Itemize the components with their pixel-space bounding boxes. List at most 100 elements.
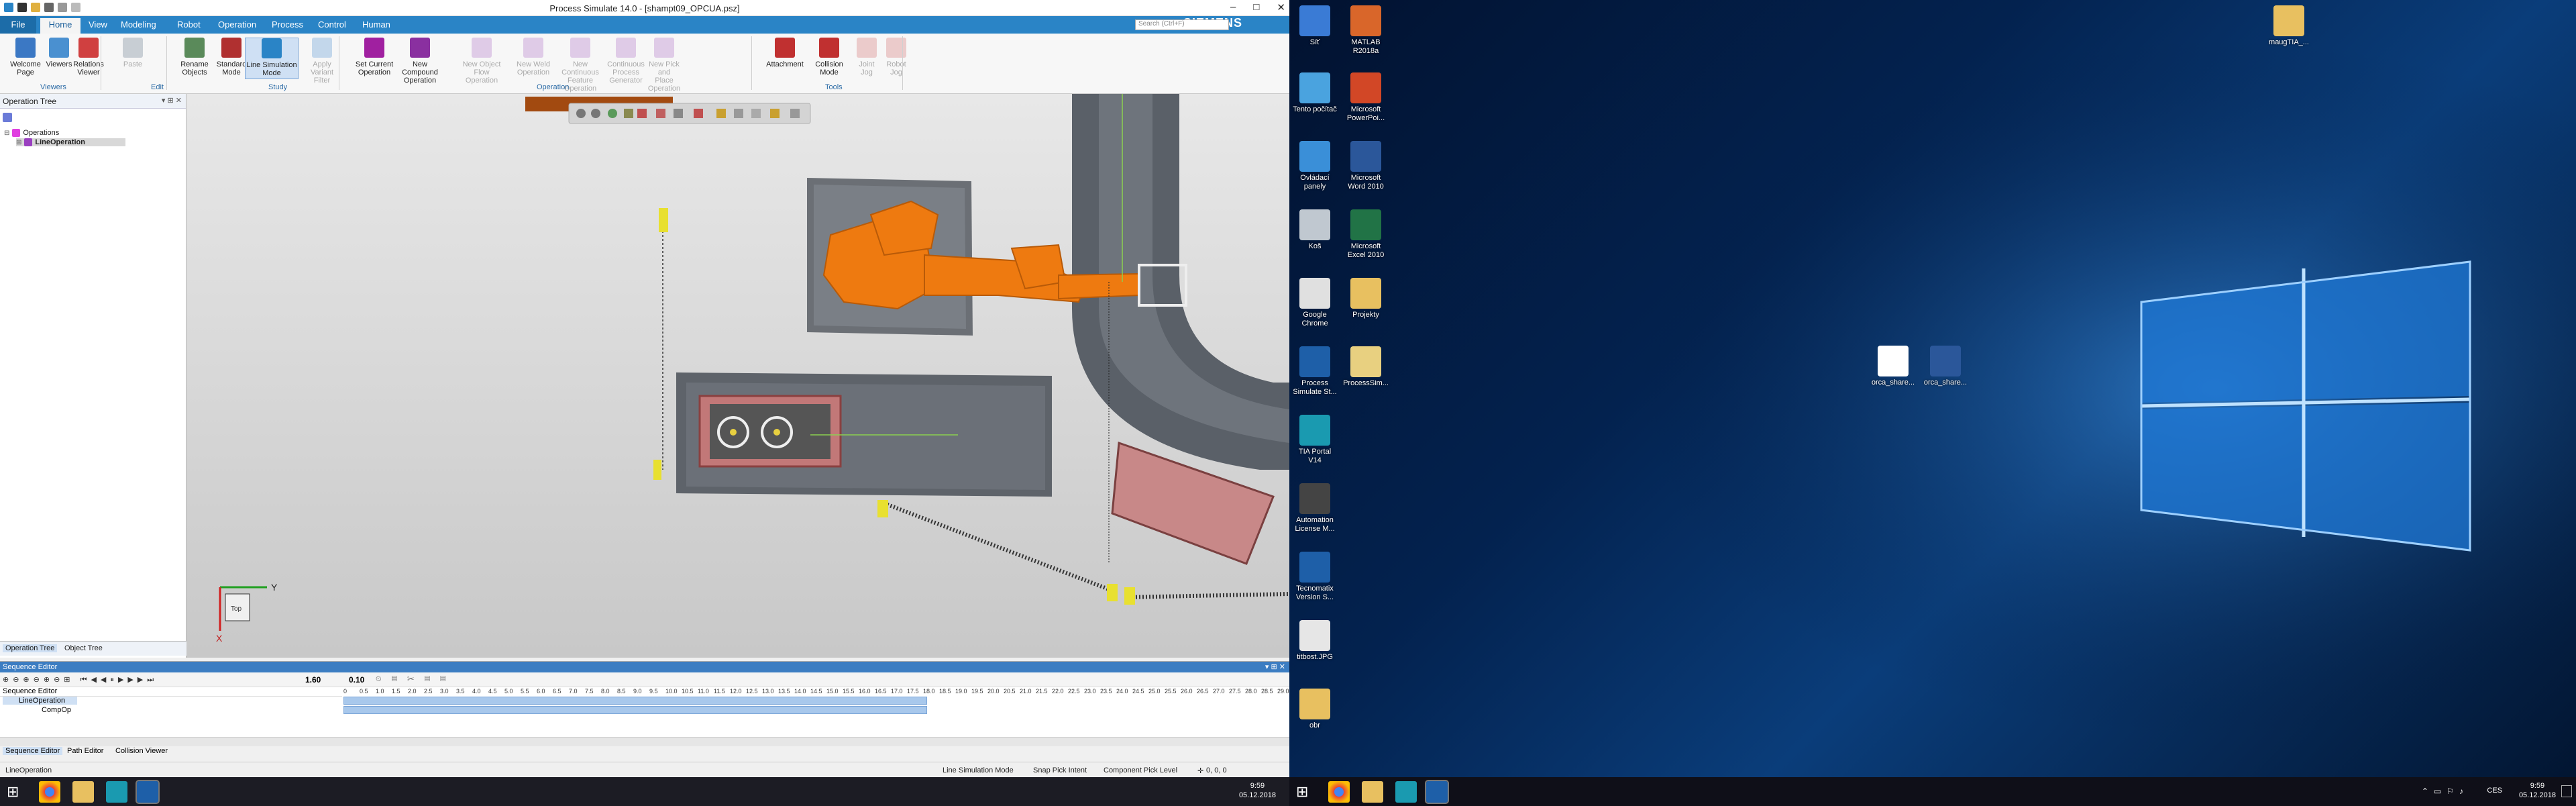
desktop-icon[interactable]: Microsoft Word 2010 xyxy=(1339,141,1393,191)
chrome-taskbar-icon[interactable] xyxy=(1328,781,1350,803)
tree-item-operations[interactable]: ⊟ Operations xyxy=(4,129,59,137)
tia-taskbar-icon[interactable] xyxy=(106,781,127,803)
notification-icon[interactable] xyxy=(2561,785,2572,797)
desktop-icon[interactable]: Ovládací panely xyxy=(1289,141,1342,191)
start-icon[interactable]: ⊞ xyxy=(1296,781,1318,803)
scene-3d[interactable]: Y X Top xyxy=(186,94,1289,658)
start-icon[interactable]: ⊞ xyxy=(7,781,28,803)
desktop-icon[interactable]: Tecnomatix Version S... xyxy=(1289,552,1342,602)
panel-controls-icon[interactable]: ▾ ⊞ ✕ xyxy=(1265,662,1285,671)
ruler-tick: 22.0 xyxy=(1052,688,1064,695)
ribbon-button-icon xyxy=(654,38,674,58)
desktop-icon[interactable]: Process Simulate St... xyxy=(1289,346,1342,397)
minimize-button[interactable]: – xyxy=(1230,1,1236,13)
tree-toolbar-icon[interactable] xyxy=(3,113,12,122)
desktop-icon-label: Tecnomatix Version S... xyxy=(1295,585,1334,601)
close-button[interactable]: ✕ xyxy=(1277,1,1285,13)
time-step[interactable]: 0.10 xyxy=(349,675,364,685)
ruler-tick: 12.0 xyxy=(730,688,742,695)
desktop-icon[interactable]: Projekty xyxy=(1339,278,1393,319)
desktop-icon[interactable]: titbost.JPG xyxy=(1289,620,1342,662)
desktop-icon[interactable]: obr xyxy=(1289,689,1342,730)
process-simulate-taskbar-icon[interactable] xyxy=(136,780,160,804)
ribbon-button-new-object-flow-operation[interactable]: New Object Flow Operation xyxy=(462,38,502,85)
seq-row-compop[interactable]: CompOp xyxy=(3,706,71,714)
status-pick-level[interactable]: Component Pick Level xyxy=(1104,766,1177,774)
ribbon-button-new-pick-and-place-operation[interactable]: New Pick and Place Operation xyxy=(644,38,684,93)
maximize-button[interactable]: □ xyxy=(1253,1,1259,13)
ribbon-button-continuous-process-generator[interactable]: Continuous Process Generator xyxy=(606,38,646,85)
desktop-icon[interactable]: Koš xyxy=(1289,209,1342,251)
horizontal-scrollbar[interactable] xyxy=(0,737,1289,746)
ribbon-button-attachment[interactable]: Attachment xyxy=(765,38,805,68)
ruler-tick: 7.0 xyxy=(569,688,578,695)
desktop-icon-label: ProcessSim... xyxy=(1343,379,1389,387)
ribbon-button-apply-variant-filter[interactable]: Apply Variant Filter xyxy=(302,38,342,85)
expand-icon[interactable]: ⊞ xyxy=(16,139,21,146)
ribbon-button-new-compound-operation[interactable]: New Compound Operation xyxy=(400,38,440,85)
playback-controls[interactable]: ⊕⊖⊕⊖⊕⊖⊞ ⏮◀◀⏸▶▶▶⏭ xyxy=(3,675,158,685)
ribbon-button-new-weld-operation[interactable]: New Weld Operation xyxy=(513,38,553,77)
ribbon-button-relations-viewer[interactable]: Relations Viewer xyxy=(68,38,109,77)
tab-view[interactable]: View xyxy=(89,19,107,30)
status-snap[interactable]: Snap Pick Intent xyxy=(1033,766,1087,774)
tree-item-lineoperation[interactable]: ⊞ LineOperation xyxy=(16,138,125,146)
ribbon-button-set-current-operation[interactable]: Set Current Operation xyxy=(354,38,394,77)
ribbon-button-label: Robot Jog xyxy=(886,60,906,77)
current-time[interactable]: 1.60 xyxy=(305,675,321,685)
ruler-tick: 15.5 xyxy=(843,688,855,695)
desktop-icon[interactable]: Síť xyxy=(1289,5,1342,47)
gantt-bar-lineoperation[interactable] xyxy=(343,697,927,705)
ribbon-button-rename-objects[interactable]: Rename Objects xyxy=(174,38,215,77)
desktop-icon[interactable]: ProcessSim... xyxy=(1339,346,1393,388)
graphic-viewer[interactable]: Y X Top xyxy=(186,94,1289,658)
desktop-icon[interactable]: maugTIA_... xyxy=(2262,5,2316,47)
ribbon-button-collision-mode[interactable]: Collision Mode xyxy=(809,38,849,77)
chrome-taskbar-icon[interactable] xyxy=(39,781,60,803)
process-simulate-taskbar-icon[interactable] xyxy=(1425,780,1449,804)
tab-operation-tree[interactable]: Operation Tree xyxy=(3,644,58,652)
tab-object-tree[interactable]: Object Tree xyxy=(64,644,103,652)
ribbon-button-line-simulation-mode[interactable]: Line Simulation Mode xyxy=(245,38,299,79)
tab-sequence-editor[interactable]: Sequence Editor xyxy=(3,747,63,755)
tab-robot[interactable]: Robot xyxy=(177,19,201,30)
desktop-icon[interactable]: TIA Portal V14 xyxy=(1289,415,1342,465)
desktop-icon-label: orca_share... xyxy=(1871,379,1915,387)
tia-taskbar-icon[interactable] xyxy=(1395,781,1417,803)
language-indicator[interactable]: CES xyxy=(2487,787,2502,795)
tab-home[interactable]: Home xyxy=(40,18,80,34)
explorer-taskbar-icon[interactable] xyxy=(72,781,94,803)
tab-path-editor[interactable]: Path Editor xyxy=(67,747,103,755)
explorer-taskbar-icon[interactable] xyxy=(1362,781,1383,803)
gantt-bar-compop[interactable] xyxy=(343,706,927,714)
system-tray-icons[interactable]: ⌃▭⚐♪ xyxy=(2422,787,2469,796)
ribbon-button-robot-jog[interactable]: Robot Jog xyxy=(876,38,916,77)
status-mode[interactable]: Line Simulation Mode xyxy=(943,766,1014,774)
ruler-tick: 0.5 xyxy=(360,688,368,695)
ruler-tick: 4.0 xyxy=(472,688,481,695)
tab-process[interactable]: Process xyxy=(272,19,303,30)
panel-pin-icon[interactable]: ▾ ⊞ ✕ xyxy=(162,96,182,105)
desktop-icon[interactable]: Tento počítač xyxy=(1289,72,1342,114)
search-input[interactable]: Search (Ctrl+F) xyxy=(1135,19,1229,30)
desktop-icon[interactable]: Automation License M... xyxy=(1289,483,1342,534)
desktop-icon[interactable]: orca_share... xyxy=(1866,346,1920,387)
ribbon-button-label: New Pick and Place Operation xyxy=(647,60,681,93)
tab-control[interactable]: Control xyxy=(318,19,346,30)
tab-modeling[interactable]: Modeling xyxy=(121,19,156,30)
desktop-icon[interactable]: orca_share... xyxy=(1919,346,1972,387)
seq-row-lineoperation[interactable]: LineOperation xyxy=(3,697,78,705)
tab-operation[interactable]: Operation xyxy=(218,19,256,30)
expand-icon[interactable]: ⊟ xyxy=(4,130,9,137)
sequence-tools[interactable]: ⏲ ▤ ✂ ▤ ▤ xyxy=(376,675,450,684)
desktop-icon[interactable]: MATLAB R2018a xyxy=(1339,5,1393,56)
desktop-icon[interactable]: Microsoft Excel 2010 xyxy=(1339,209,1393,260)
desktop-icon-label: Projekty xyxy=(1352,311,1379,319)
desktop-icon[interactable]: Google Chrome xyxy=(1289,278,1342,328)
clock-right[interactable]: 9:59 05.12.2018 xyxy=(2519,781,2556,800)
tab-collision-viewer[interactable]: Collision Viewer xyxy=(115,747,168,755)
tab-human[interactable]: Human xyxy=(362,19,390,30)
ribbon-button-paste[interactable]: Paste xyxy=(113,38,153,68)
tab-file[interactable]: File xyxy=(0,16,36,34)
desktop-icon[interactable]: Microsoft PowerPoi... xyxy=(1339,72,1393,123)
